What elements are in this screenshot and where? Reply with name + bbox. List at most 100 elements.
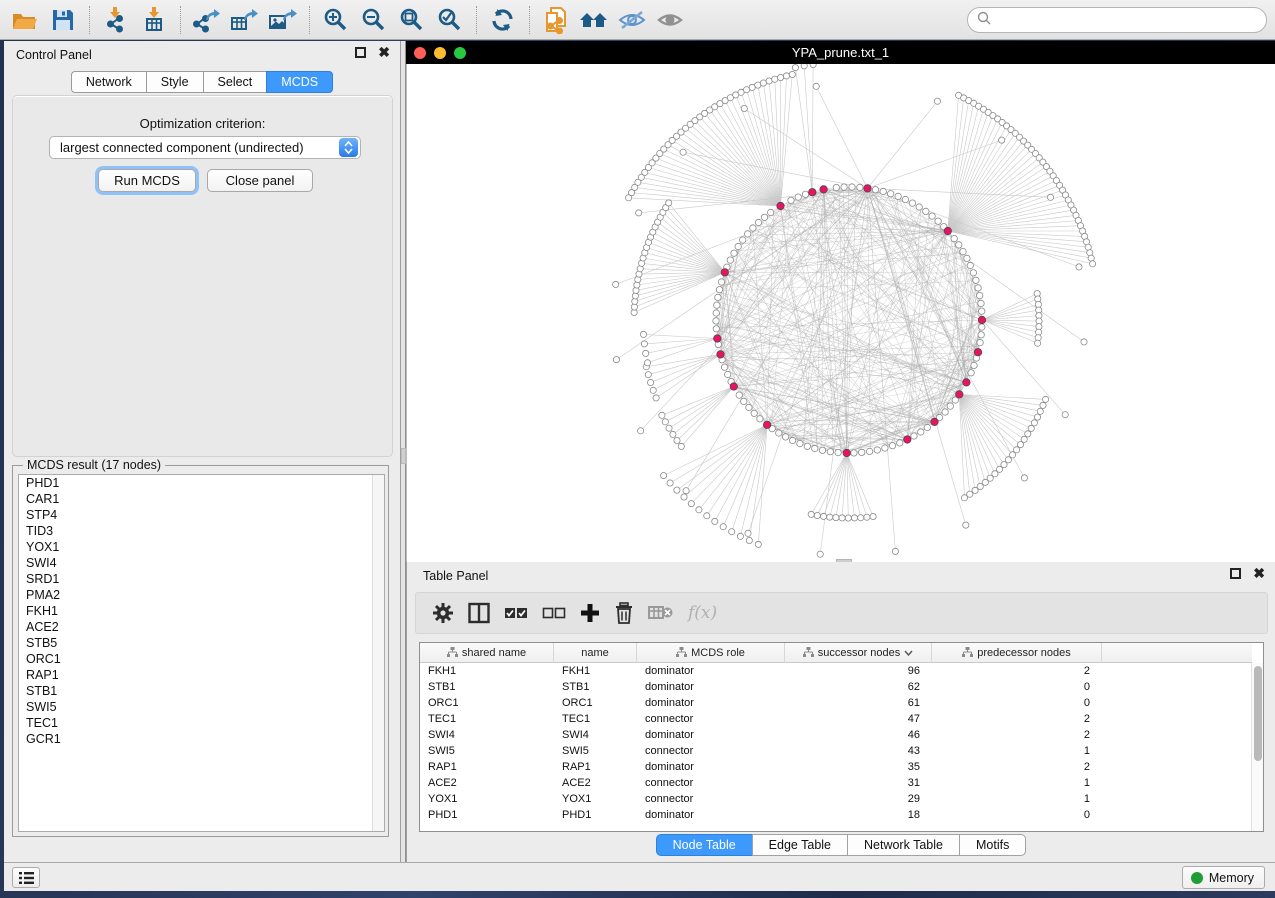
zoom-fit-icon[interactable] [395,5,429,35]
mcds-result-item[interactable]: CAR1 [19,491,384,507]
table-row[interactable]: SWI4SWI4dominator462 [420,727,1252,743]
table-row[interactable]: RAP1RAP1dominator352 [420,759,1252,775]
main-toolbar [0,0,1275,40]
zoom-out-icon[interactable] [357,5,391,35]
cell-name: PHD1 [554,807,637,823]
zoom-in-icon[interactable] [319,5,353,35]
export-table-icon[interactable] [228,5,262,35]
optimization-criterion-label: Optimization criterion: [13,116,392,131]
tab-select[interactable]: Select [203,71,267,93]
add-column-icon[interactable] [580,603,600,623]
export-network-icon[interactable] [190,5,224,35]
table-scrollbar[interactable] [1251,663,1263,831]
node-table[interactable]: shared namenameMCDS rolesuccessor nodesp… [419,642,1264,832]
import-network-icon[interactable] [99,5,133,35]
mcds-result-item[interactable]: TEC1 [19,715,384,731]
cell-MCDS-role: dominator [637,695,785,711]
delete-table-icon [648,604,674,622]
cell-successor-nodes: 47 [785,711,932,727]
refresh-icon[interactable] [486,5,520,35]
column-header-shared-name[interactable]: shared name [420,643,554,663]
mcds-result-item[interactable]: RAP1 [19,667,384,683]
hide-selected-icon[interactable] [615,5,649,35]
table-row[interactable]: YOX1YOX1connector291 [420,791,1252,807]
table-panel: Table Panel ✖ f(x) shared namenameMCDS r… [406,562,1275,862]
cell-shared-name: ORC1 [420,695,554,711]
close-panel-icon[interactable]: ✖ [378,47,390,58]
column-header-MCDS-role[interactable]: MCDS role [637,643,785,663]
column-header-successor-nodes[interactable]: successor nodes [785,643,932,663]
tab-network-table[interactable]: Network Table [847,834,959,856]
toolbar-separator [529,6,530,34]
tab-edge-table[interactable]: Edge Table [752,834,847,856]
mcds-list-scrollbar[interactable] [372,475,384,831]
tab-node-table[interactable]: Node Table [656,834,752,856]
tab-motifs[interactable]: Motifs [959,834,1026,856]
memory-button[interactable]: Memory [1182,866,1265,889]
cell-name: FKH1 [554,663,637,679]
tab-mcds[interactable]: MCDS [266,71,333,93]
mcds-result-item[interactable]: PHD1 [19,475,384,491]
close-panel-button[interactable]: Close panel [207,169,313,192]
mcds-result-item[interactable]: SWI5 [19,699,384,715]
tab-network[interactable]: Network [71,71,146,93]
mcds-result-item[interactable]: STB1 [19,683,384,699]
criterion-dropdown[interactable]: largest connected component (undirected) [49,136,361,159]
table-row[interactable]: PHD1PHD1dominator180 [420,807,1252,823]
mcds-result-list[interactable]: PHD1CAR1STP4TID3YOX1SWI4SRD1PMA2FKH1ACE2… [18,474,385,832]
mcds-result-item[interactable]: SWI4 [19,555,384,571]
table-row[interactable]: ORC1ORC1dominator610 [420,695,1252,711]
cell-shared-name: STB1 [420,679,554,695]
column-header-predecessor-nodes[interactable]: predecessor nodes [932,643,1102,663]
column-header-name[interactable]: name [554,643,637,663]
cell-predecessor-nodes: 1 [932,791,1102,807]
mcds-result-item[interactable]: STP4 [19,507,384,523]
mcds-result-item[interactable]: FKH1 [19,603,384,619]
table-row[interactable]: SWI5SWI5connector431 [420,743,1252,759]
control-panel-title: Control Panel [16,48,92,62]
export-image-icon[interactable] [266,5,300,35]
mcds-result-item[interactable]: YOX1 [19,539,384,555]
cell-MCDS-role: connector [637,791,785,807]
deselect-all-icon[interactable] [542,606,566,620]
cell-MCDS-role: connector [637,743,785,759]
mcds-result-item[interactable]: ORC1 [19,651,384,667]
cell-MCDS-role: dominator [637,663,785,679]
search-input[interactable] [967,7,1267,33]
share-document-icon[interactable] [539,5,573,35]
select-all-icon[interactable] [504,606,528,620]
delete-icon[interactable] [614,602,634,624]
first-neighbors-icon[interactable] [577,5,611,35]
list-icon [19,872,34,884]
open-icon[interactable] [8,5,42,35]
close-table-panel-icon[interactable]: ✖ [1253,568,1265,579]
task-history-button[interactable] [12,867,40,888]
cell-shared-name: SWI5 [420,743,554,759]
gear-icon[interactable] [432,602,454,624]
show-all-icon[interactable] [653,5,687,35]
tab-style[interactable]: Style [146,71,203,93]
float-panel-icon[interactable] [355,47,366,58]
cell-successor-nodes: 35 [785,759,932,775]
column-layout-icon[interactable] [468,602,490,624]
mcds-result-item[interactable]: TID3 [19,523,384,539]
mcds-result-item[interactable]: ACE2 [19,619,384,635]
zoom-selected-icon[interactable] [433,5,467,35]
table-scrollbar-thumb[interactable] [1254,666,1262,761]
mcds-result-item[interactable]: GCR1 [19,731,384,747]
table-row[interactable]: TEC1TEC1connector472 [420,711,1252,727]
mcds-result-item[interactable]: PMA2 [19,587,384,603]
table-row[interactable]: FKH1FKH1dominator962 [420,663,1252,679]
cell-successor-nodes: 62 [785,679,932,695]
table-row[interactable]: STB1STB1dominator620 [420,679,1252,695]
save-icon[interactable] [46,5,80,35]
memory-label: Memory [1209,871,1254,885]
import-table-icon[interactable] [137,5,171,35]
mcds-result-item[interactable]: SRD1 [19,571,384,587]
float-table-panel-icon[interactable] [1230,568,1241,579]
toolbar-separator [476,6,477,34]
mcds-result-item[interactable]: STB5 [19,635,384,651]
table-row[interactable]: ACE2ACE2connector311 [420,775,1252,791]
network-canvas[interactable] [406,64,1275,562]
run-mcds-button[interactable]: Run MCDS [98,169,196,192]
